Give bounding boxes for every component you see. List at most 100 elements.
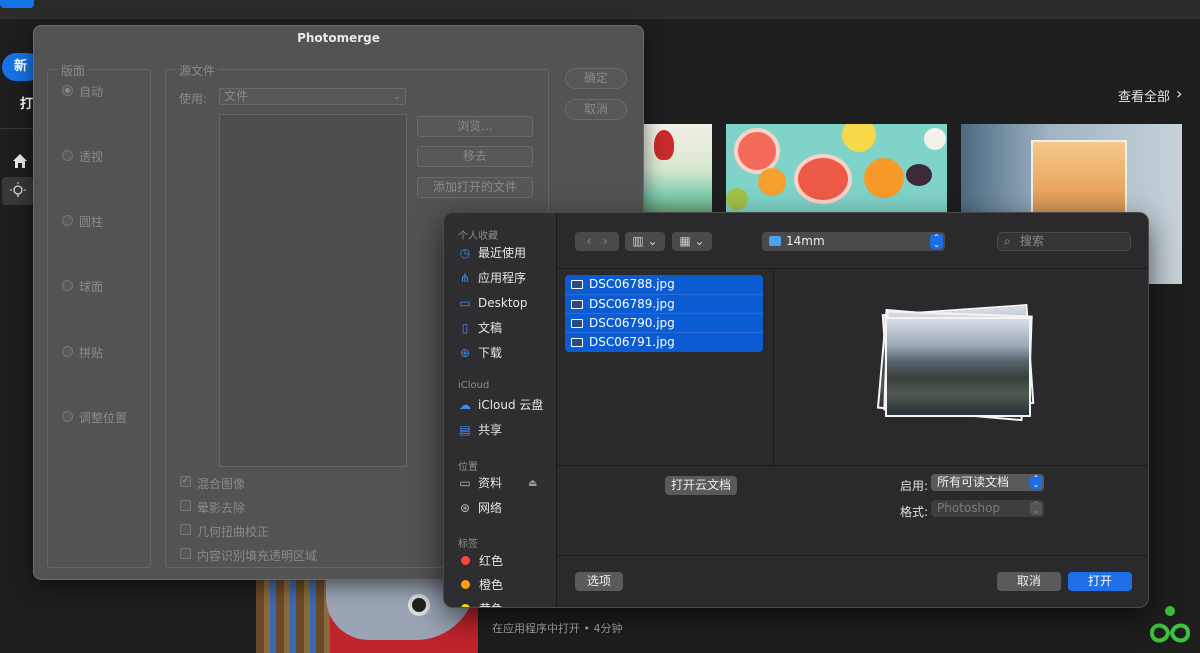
sidebar-section-favorites: 个人收藏	[458, 231, 498, 242]
sidebar-item-label: Desktop	[478, 296, 528, 310]
options-button[interactable]: 选项	[575, 572, 623, 591]
use-label: 使用:	[179, 92, 208, 106]
radio-spherical[interactable]	[62, 280, 73, 291]
enable-popup[interactable]: 所有可读文档 ⌃ ⌄	[931, 474, 1044, 491]
file-row[interactable]: DSC06790.jpg	[565, 313, 763, 332]
content-aware-fill-checkbox[interactable]	[180, 548, 191, 559]
file-name: DSC06790.jpg	[589, 316, 675, 330]
checkbox-label: 混合图像	[197, 477, 246, 491]
radio-reposition[interactable]	[62, 411, 73, 422]
cancel-button[interactable]: 取消	[565, 99, 627, 120]
radio-auto[interactable]	[62, 85, 73, 96]
geometric-distortion-checkbox[interactable]	[180, 524, 191, 535]
sidebar-item-desktop[interactable]: ▭ Desktop	[458, 292, 528, 314]
radio-perspective[interactable]	[62, 150, 73, 161]
cloud-icon: ☁	[459, 398, 471, 412]
path-popup[interactable]: 14mm ⌃ ⌄	[762, 232, 945, 251]
column-divider	[773, 268, 774, 466]
radio-label: 圆柱	[79, 215, 104, 229]
image-file-icon	[571, 300, 583, 309]
group-view-button[interactable]: ▦ ⌄	[672, 232, 712, 251]
add-open-files-button[interactable]: 添加打开的文件	[417, 177, 533, 198]
fish-eye	[408, 594, 430, 616]
stepper-icon: ⌃ ⌄	[930, 234, 943, 249]
search-input[interactable]: ⌕ 搜索	[997, 232, 1131, 251]
sidebar-item-shared[interactable]: ▤ 共享	[458, 419, 502, 441]
fruit-shape	[758, 168, 786, 196]
tag-color-dot	[461, 604, 470, 607]
divider	[557, 268, 1148, 269]
sidebar-tag-orange[interactable]: 橙色	[458, 574, 503, 596]
shared-folder-icon: ▤	[459, 423, 471, 437]
learn-nav-item[interactable]	[2, 177, 34, 205]
column-view-button[interactable]: ▥ ⌄	[625, 232, 665, 251]
divider	[0, 18, 1200, 19]
eject-icon[interactable]: ⏏	[528, 478, 537, 489]
browse-button[interactable]: 浏览...	[417, 116, 533, 137]
file-row[interactable]: DSC06791.jpg	[565, 332, 763, 352]
sidebar: 个人收藏 ◷ 最近使用 ⋔ 应用程序 ▭ Desktop ▯ 文稿 ⊕ 下载 iCloud…	[444, 213, 557, 607]
sidebar-item-icloud-drive[interactable]: ☁ iCloud 云盘	[458, 394, 543, 416]
fruit-shape	[794, 154, 852, 204]
radio-cylindrical[interactable]	[62, 215, 73, 226]
chevron-right-icon[interactable]: ›	[1176, 84, 1182, 103]
chevron-left-icon[interactable]: ‹	[586, 234, 591, 248]
sidebar-item-recents[interactable]: ◷ 最近使用	[458, 242, 526, 264]
radio-label: 调整位置	[79, 411, 128, 425]
file-name: DSC06789.jpg	[589, 297, 675, 311]
watermark-logo-icon	[1149, 606, 1191, 643]
sidebar-item-applications[interactable]: ⋔ 应用程序	[458, 267, 526, 289]
bird-illustration	[654, 130, 674, 160]
applications-icon: ⋔	[459, 271, 471, 285]
group-label: 源文件	[176, 62, 219, 79]
desktop-icon: ▭	[459, 296, 471, 310]
cancel-button[interactable]: 取消	[997, 572, 1061, 591]
open-file-button[interactable]: 打	[20, 93, 33, 112]
back-forward-buttons[interactable]: ‹ ›	[575, 232, 619, 251]
dialog-title: Photomerge	[297, 31, 380, 45]
sidebar-item-label: 资料	[478, 476, 503, 490]
sidebar-item-label: iCloud 云盘	[478, 398, 544, 412]
recent-thumbnail[interactable]	[640, 124, 712, 214]
disk-icon: ▭	[459, 476, 471, 490]
fruit-shape	[906, 164, 932, 186]
source-file-list[interactable]	[219, 114, 407, 467]
open-file-dialog: 个人收藏 ◷ 最近使用 ⋔ 应用程序 ▭ Desktop ▯ 文稿 ⊕ 下载 iCloud…	[443, 212, 1149, 608]
chevron-right-icon[interactable]: ›	[603, 234, 608, 248]
sidebar-item-disk[interactable]: ▭ 资料	[458, 472, 502, 494]
screen: 新 打 查看全部 › 在应用程序中打开 • 4分钟 Photomerge 版面	[0, 0, 1200, 653]
sidebar-tag-red[interactable]: 红色	[458, 550, 503, 572]
sidebar-item-network[interactable]: ⊛ 网络	[458, 497, 502, 519]
sidebar-item-label: 共享	[478, 423, 503, 437]
chevron-down-icon: ⌄	[392, 91, 401, 102]
file-row[interactable]: DSC06788.jpg	[565, 275, 763, 294]
open-button[interactable]: 打开	[1068, 572, 1132, 591]
folder-icon	[769, 236, 781, 246]
sidebar-section-tags: 标签	[458, 539, 478, 550]
use-select[interactable]: 文件 ⌄	[219, 88, 406, 105]
search-icon: ⌕	[1004, 234, 1011, 248]
app-icon[interactable]	[0, 0, 34, 8]
view-all-link[interactable]: 查看全部	[1118, 86, 1170, 105]
radio-collage[interactable]	[62, 346, 73, 357]
open-cloud-document-button[interactable]: 打开云文档	[665, 476, 737, 495]
sidebar-item-downloads[interactable]: ⊕ 下载	[458, 342, 502, 364]
ok-button[interactable]: 确定	[565, 68, 627, 89]
home-icon[interactable]	[11, 152, 29, 170]
vignette-removal-checkbox[interactable]	[180, 500, 191, 511]
format-label: 格式:	[900, 505, 929, 519]
blend-images-checkbox[interactable]: ✓	[180, 476, 191, 487]
format-popup[interactable]: Photoshop ⌃ ⌄	[931, 500, 1044, 517]
tag-color-dot	[461, 580, 470, 589]
file-row[interactable]: DSC06789.jpg	[565, 294, 763, 313]
remove-button[interactable]: 移去	[417, 146, 533, 167]
sidebar-item-label: 网络	[478, 501, 503, 515]
sidebar-tag-yellow[interactable]: 黄色	[458, 598, 503, 607]
checkbox-label: 内容识别填充透明区域	[197, 549, 318, 563]
file-name: DSC06788.jpg	[589, 277, 675, 291]
clock-icon: ◷	[459, 246, 471, 260]
sidebar-item-documents[interactable]: ▯ 文稿	[458, 317, 502, 339]
image-file-icon	[571, 338, 583, 347]
recent-thumbnail[interactable]	[726, 124, 947, 214]
lightbulb-icon	[10, 182, 26, 197]
